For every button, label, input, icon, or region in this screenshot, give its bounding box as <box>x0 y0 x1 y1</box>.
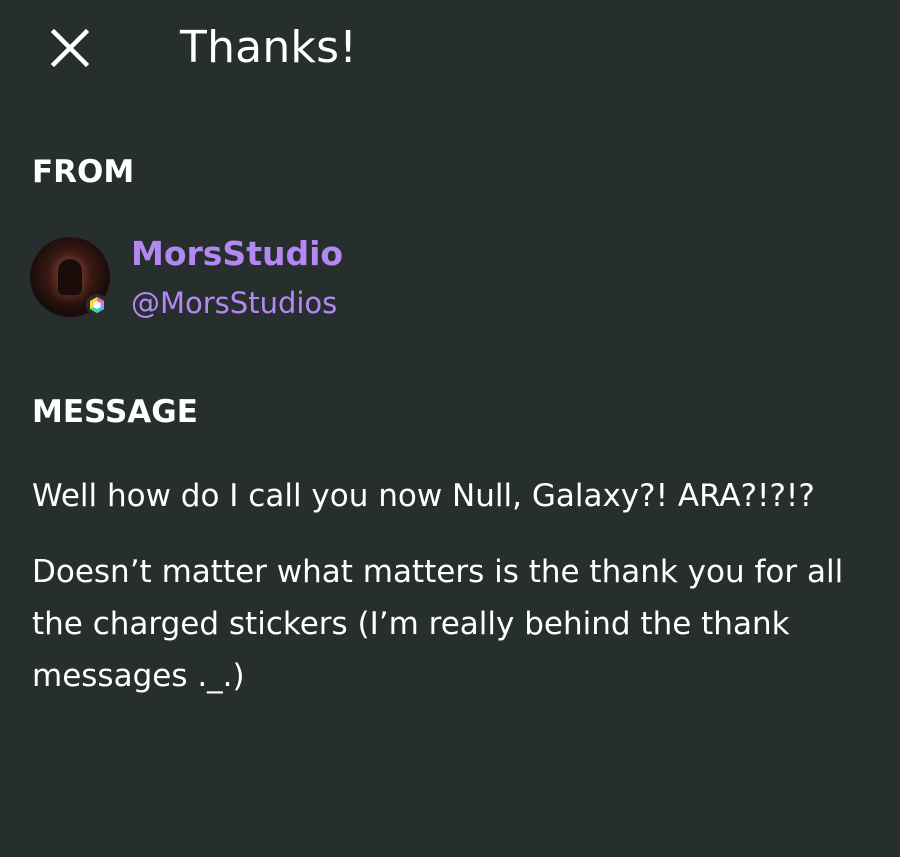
message-paragraph: Doesn’t matter what matters is the thank… <box>32 554 844 694</box>
sender-display-name[interactable]: MorsStudio <box>131 232 343 276</box>
page-title: Thanks! <box>180 22 358 73</box>
thanks-screen: Thanks! FROM MorsStudio @MorsStudios MES… <box>0 0 900 857</box>
header: Thanks! <box>0 0 900 100</box>
message-paragraph: Well how do I call you now Null, Galaxy?… <box>32 478 815 514</box>
from-label: FROM <box>32 154 135 190</box>
message-label: MESSAGE <box>32 394 198 430</box>
hexagon-badge-icon <box>86 294 108 316</box>
message-body: Well how do I call you now Null, Galaxy?… <box>32 470 882 702</box>
sender-handle[interactable]: @MorsStudios <box>131 284 337 322</box>
close-button[interactable] <box>42 20 98 76</box>
sender-profile[interactable]: MorsStudio @MorsStudios <box>30 232 430 322</box>
avatar-figure <box>58 259 82 295</box>
close-icon <box>50 28 90 68</box>
